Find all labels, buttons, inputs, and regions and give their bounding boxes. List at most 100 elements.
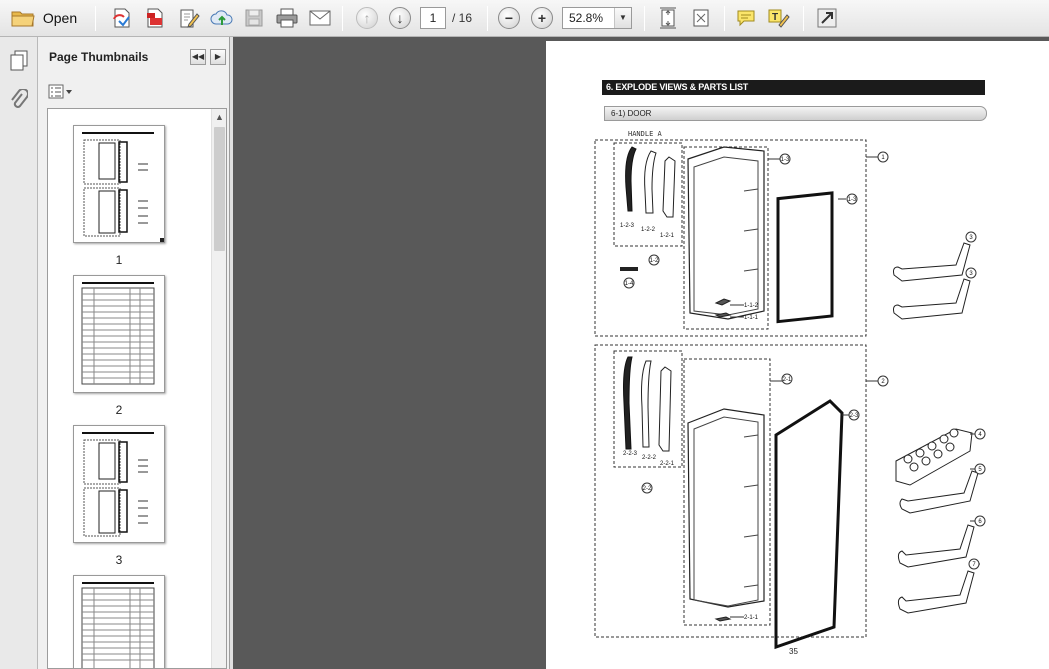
callout: 1-2-2 (641, 227, 656, 233)
door-bin (897, 524, 975, 568)
zoom-in-button[interactable]: + (529, 6, 555, 30)
print-button[interactable] (273, 6, 301, 30)
hinge-part (714, 616, 732, 622)
thumbnail-page-3[interactable]: 3 (73, 425, 165, 567)
zoom-select[interactable]: 52.8% ▼ (562, 7, 632, 29)
hide-panel-button[interactable]: ▶ (210, 49, 226, 65)
arrow-up-icon: ↑ (356, 7, 378, 29)
door-outline (687, 408, 765, 608)
callout: 1-4 (625, 281, 634, 287)
next-page-button[interactable]: ↓ (387, 6, 413, 30)
handle-part (658, 366, 672, 452)
door-gasket (776, 191, 834, 324)
thumbnail-image (73, 125, 165, 243)
create-document-icon (113, 8, 130, 28)
highlight-text-button[interactable]: T (765, 6, 793, 30)
page-number: 35 (789, 647, 798, 656)
paperclip-icon (11, 89, 28, 108)
thumbnail-image (73, 575, 165, 668)
zoom-value: 52.8% (569, 11, 604, 25)
edit-icon (180, 9, 200, 28)
fit-page-button[interactable] (655, 6, 681, 30)
callout: 2-3 (850, 413, 859, 419)
minus-icon: − (498, 7, 520, 29)
page-thumbnails-tab[interactable] (8, 49, 30, 71)
navigation-strip (0, 37, 38, 669)
previous-page-button[interactable]: ↑ (354, 6, 380, 30)
handle-part (662, 156, 676, 218)
callout: 2-2-3 (623, 451, 638, 457)
door-gasket (774, 399, 844, 650)
chevron-down-icon[interactable]: ▼ (614, 8, 631, 28)
expand-icon (693, 9, 709, 27)
fit-page-icon (660, 7, 676, 29)
callout: 1-2 (650, 258, 659, 264)
save-disk-icon (245, 9, 263, 27)
thumbnails-header: Page Thumbnails ◀◀ ▶ (38, 37, 230, 77)
plus-icon: + (531, 7, 553, 29)
exploded-view-diagram: 1 1-3 1-3 3 3 1-2 1-4 1-2-3 1-2-2 1-2-1 … (594, 139, 986, 650)
thumbnail-image (73, 425, 165, 543)
page-number-input[interactable]: 1 (420, 7, 446, 29)
comment-button[interactable] (733, 6, 759, 30)
thumbnail-image (73, 275, 165, 393)
printer-icon (276, 8, 298, 28)
edit-pdf-button[interactable] (176, 6, 202, 30)
upload-button[interactable] (208, 6, 236, 30)
door-bin (893, 242, 971, 282)
handle-part (641, 360, 652, 448)
create-pdf-button[interactable] (109, 6, 135, 30)
thumbnail-page-2[interactable]: 2 (73, 275, 165, 417)
handle-part (644, 150, 657, 214)
door-bin (893, 278, 971, 320)
open-label: Open (42, 10, 78, 26)
handle-part (623, 356, 633, 450)
pages-icon (10, 50, 28, 71)
chevron-right-icon: ▶ (214, 52, 222, 61)
thumbnail-page-1[interactable]: 1 (73, 125, 165, 267)
svg-text:T: T (772, 12, 778, 23)
callout: 2-1-1 (744, 615, 759, 621)
highlighter-icon: T (768, 9, 790, 28)
speech-bubble-icon (737, 10, 755, 27)
callout: 1-1-1 (744, 315, 759, 321)
page-total-label: / 16 (452, 11, 473, 25)
options-list-icon (48, 84, 72, 99)
callout: 1-1-2 (744, 303, 759, 309)
full-screen-button[interactable] (688, 6, 714, 30)
document-viewport[interactable]: 6. EXPLODE VIEWS & PARTS LIST 6-1) DOOR … (233, 37, 1049, 669)
save-button[interactable] (242, 6, 266, 30)
toolbar-separator (724, 6, 725, 31)
toolbar-separator (95, 6, 96, 31)
thumbnail-scrollbar[interactable]: ▲ (211, 109, 226, 668)
main-toolbar: Open ↑ ↓ 1 / 16 − + 52.8% ▼ T (0, 0, 1049, 37)
zoom-out-button[interactable]: − (496, 6, 522, 30)
double-chevron-left-icon: ◀◀ (191, 52, 205, 61)
scroll-up-icon[interactable]: ▲ (212, 109, 226, 125)
export-pdf-button[interactable] (142, 6, 168, 30)
toolbar-separator (487, 6, 488, 31)
folder-icon (11, 11, 35, 27)
thumbnail-options-button[interactable] (48, 83, 78, 101)
callout: 1-2-3 (620, 223, 635, 229)
arrow-down-icon: ↓ (389, 7, 411, 29)
callout: 2-1 (783, 377, 792, 383)
scrollbar-thumb[interactable] (214, 127, 225, 251)
thumbnail-page-4[interactable] (73, 575, 165, 668)
toolbar-separator (644, 6, 645, 31)
door-bin (897, 570, 975, 614)
pdf-export-icon (147, 8, 163, 28)
thumbnail-label: 1 (115, 253, 123, 267)
document-page: 6. EXPLODE VIEWS & PARTS LIST 6-1) DOOR … (546, 41, 1049, 669)
hinge-part (620, 267, 638, 271)
open-button[interactable]: Open (6, 6, 82, 30)
attachments-tab[interactable] (8, 89, 30, 111)
callout: 2-2-1 (660, 461, 675, 467)
collapse-panel-button[interactable]: ◀◀ (190, 49, 206, 65)
thumbnail-list[interactable]: 1 2 3 ▲ (47, 108, 227, 669)
thumbnail-label: 3 (115, 553, 123, 567)
expand-window-button[interactable] (814, 6, 840, 30)
expand-arrow-icon (817, 8, 837, 28)
email-button[interactable] (306, 6, 334, 30)
thumbnail-label: 2 (115, 403, 123, 417)
